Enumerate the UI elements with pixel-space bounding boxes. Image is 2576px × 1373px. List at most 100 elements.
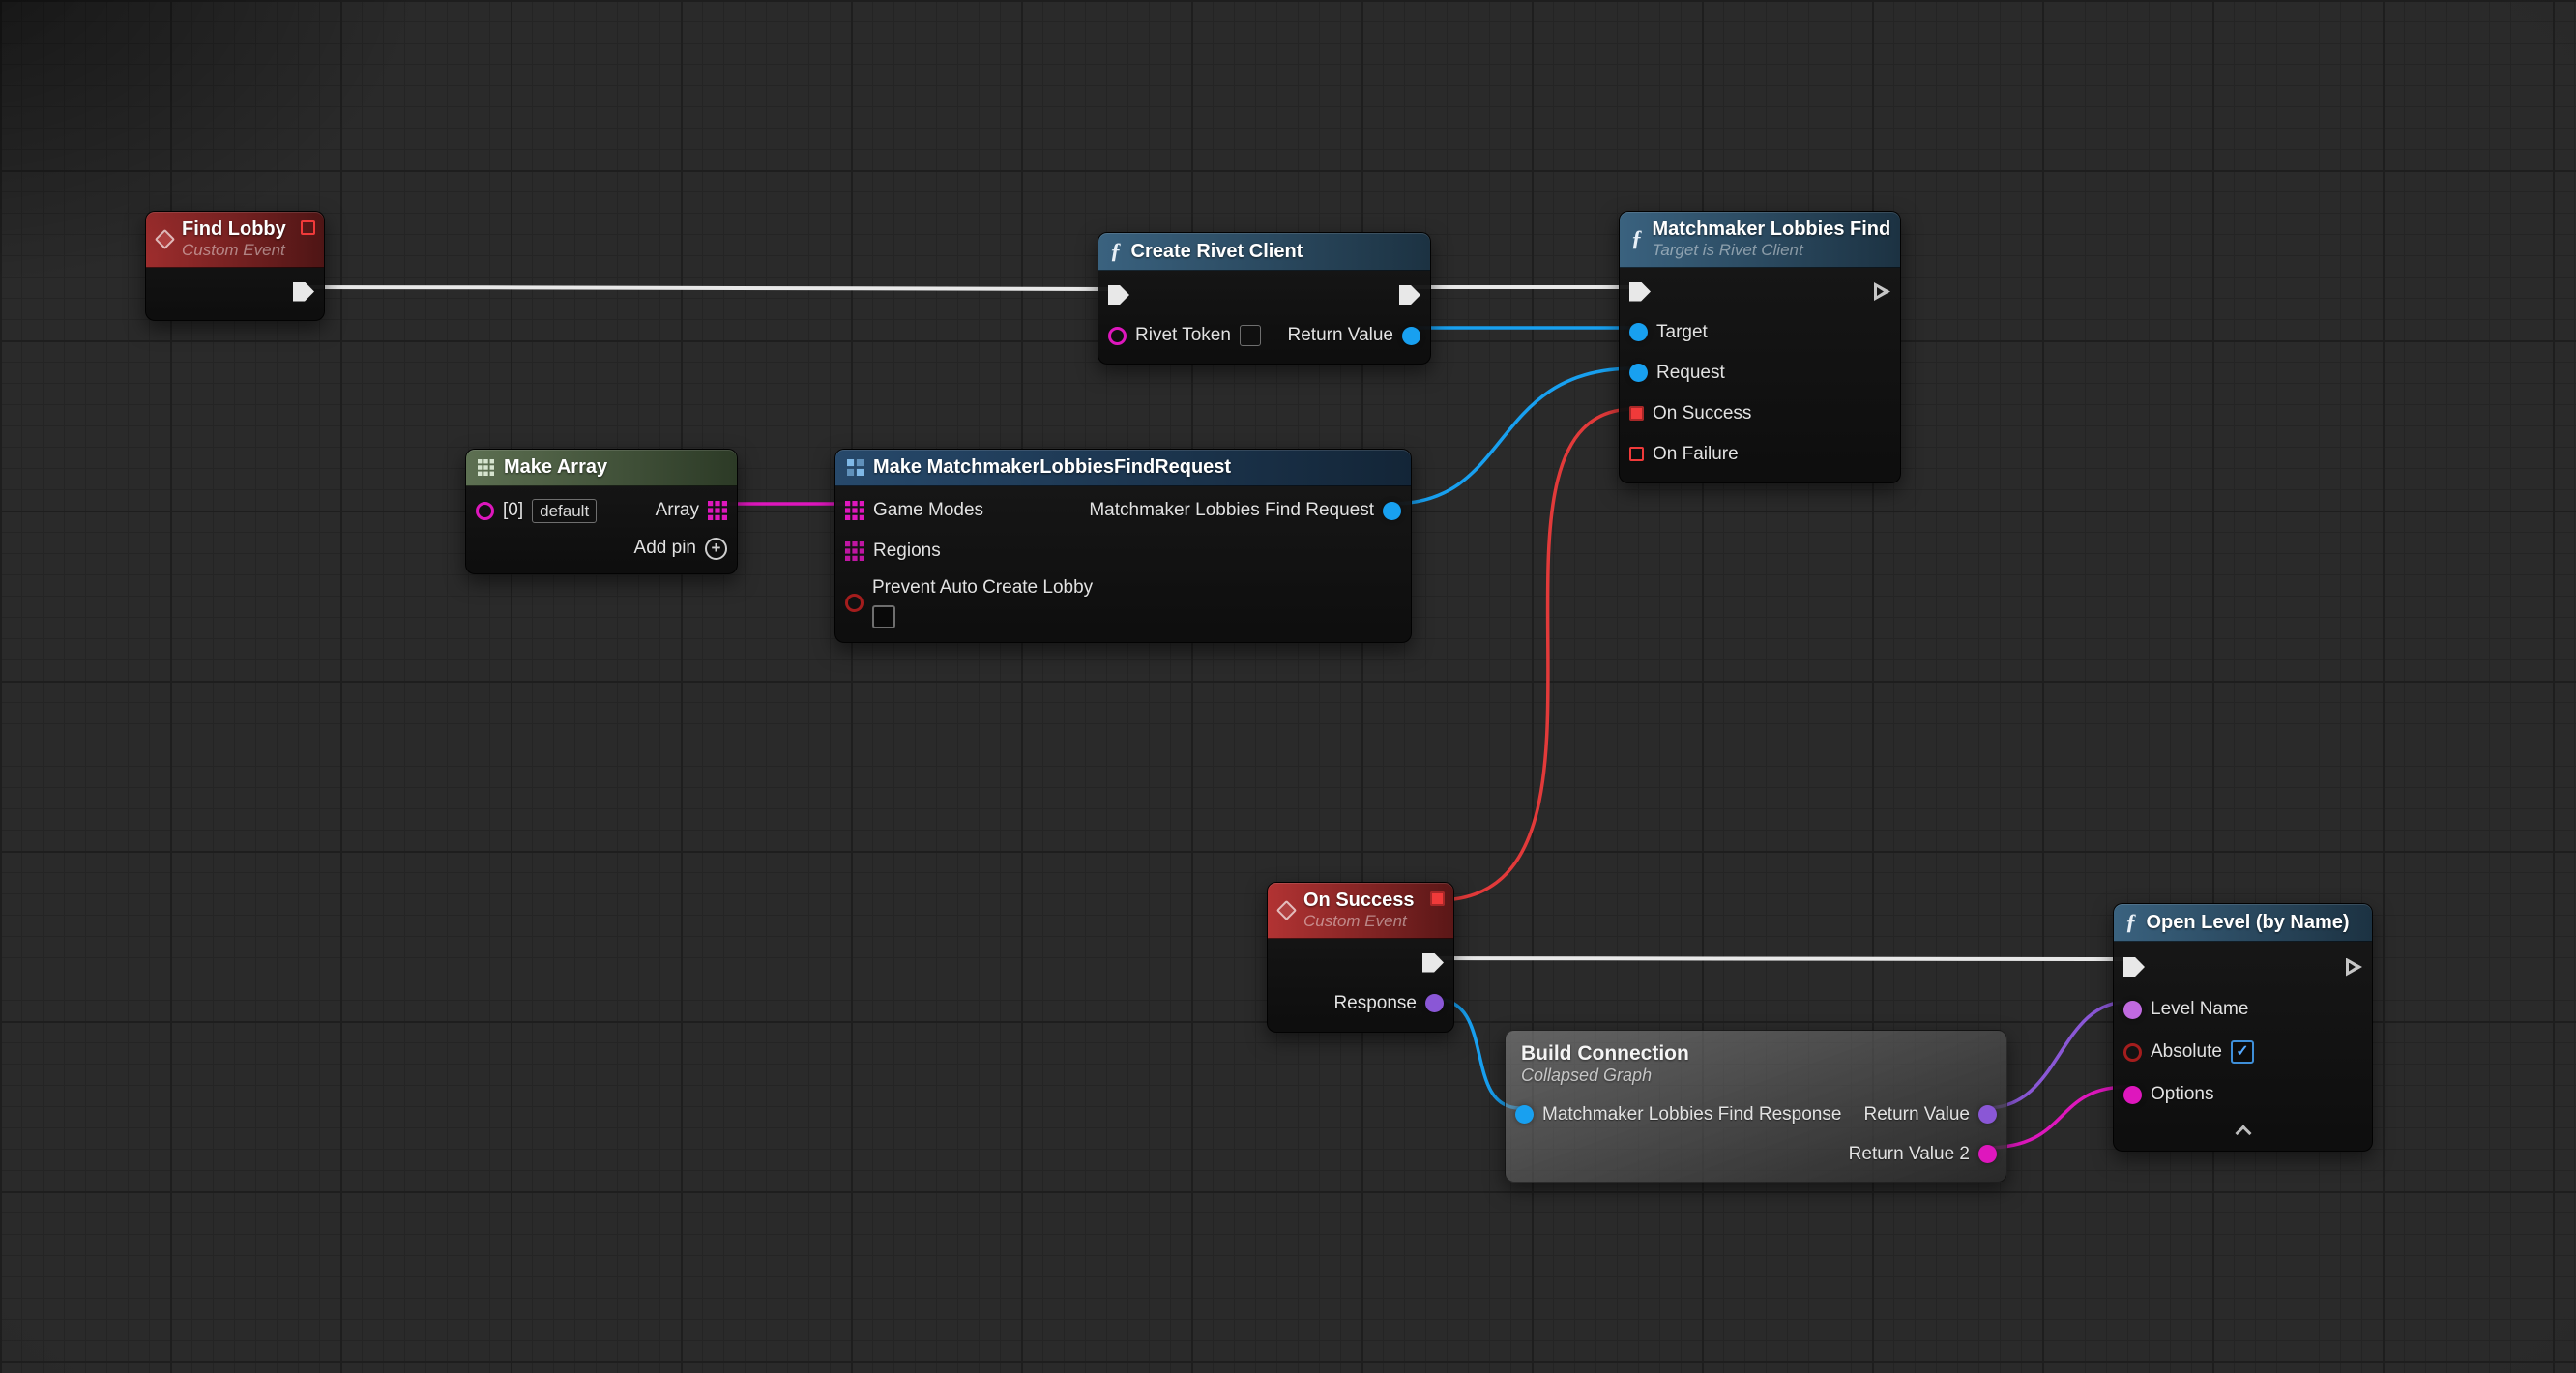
pin-label-options: Options xyxy=(2151,1084,2213,1105)
on-failure-pin[interactable] xyxy=(1629,447,1644,461)
pin-label-prevent: Prevent Auto Create Lobby xyxy=(872,577,1093,599)
pin-label-array: Array xyxy=(656,500,699,521)
node-header[interactable]: Open Level (by Name) xyxy=(2114,904,2372,942)
pin-label-output: Matchmaker Lobbies Find Request xyxy=(1089,500,1374,521)
delegate-out-pin[interactable] xyxy=(301,220,315,235)
collapse-pins-button[interactable] xyxy=(2114,1116,2372,1143)
response-pin[interactable] xyxy=(1425,994,1444,1012)
return-value-2-pin[interactable] xyxy=(1978,1145,1997,1163)
array-index-pin[interactable] xyxy=(476,502,494,520)
delegate-out-pin[interactable] xyxy=(2346,958,2362,977)
node-open-level-by-name[interactable]: Open Level (by Name) Level Name Absolute xyxy=(2113,903,2373,1152)
node-on-success-event[interactable]: On Success Custom Event Response xyxy=(1267,882,1454,1033)
wire-return-value-2-to-options[interactable] xyxy=(1986,1087,2128,1148)
prevent-auto-create-lobby-pin[interactable] xyxy=(845,594,864,612)
add-pin-button[interactable]: Add pin xyxy=(634,538,727,560)
rivet-token-input[interactable] xyxy=(1240,325,1261,346)
pin-label-response: Response xyxy=(1333,993,1417,1014)
node-title: Create Rivet Client xyxy=(1131,241,1303,263)
make-struct-icon xyxy=(847,459,864,476)
pin-label-index: [0] xyxy=(503,500,523,521)
wire-exec-find-lobby-to-create-rivet-client[interactable] xyxy=(307,287,1110,289)
node-header[interactable]: Find Lobby Custom Event xyxy=(146,212,324,268)
absolute-pin[interactable] xyxy=(2123,1043,2142,1062)
node-title: Make MatchmakerLobbiesFindRequest xyxy=(873,456,1231,479)
game-modes-pin[interactable] xyxy=(845,501,864,520)
function-icon xyxy=(2125,911,2137,934)
on-success-pin[interactable] xyxy=(1629,406,1644,421)
request-pin[interactable] xyxy=(1629,364,1648,382)
node-title: Build Connection xyxy=(1521,1042,1991,1066)
level-name-pin[interactable] xyxy=(2123,1001,2142,1019)
node-header[interactable]: Make MatchmakerLobbiesFindRequest xyxy=(835,450,1411,486)
node-title: Open Level (by Name) xyxy=(2147,912,2350,934)
node-subtitle: Custom Event xyxy=(182,241,286,260)
pin-label-on-failure: On Failure xyxy=(1653,444,1739,465)
return-value-pin[interactable] xyxy=(1402,327,1420,345)
node-make-array[interactable]: Make Array [0] default Array Add pin xyxy=(465,449,738,574)
node-header[interactable]: Build Connection Collapsed Graph xyxy=(1506,1031,2006,1091)
array-icon xyxy=(478,459,494,476)
chevron-up-icon xyxy=(2235,1124,2252,1136)
graph-canvas[interactable]: Find Lobby Custom Event Create Rivet Cli… xyxy=(0,0,2576,1373)
node-subtitle: Collapsed Graph xyxy=(1521,1066,1991,1086)
pin-label-request: Request xyxy=(1656,363,1725,384)
absolute-checkbox[interactable] xyxy=(2231,1040,2254,1064)
custom-event-icon xyxy=(155,229,175,249)
array-out-pin[interactable] xyxy=(708,501,727,520)
node-subtitle: Target is Rivet Client xyxy=(1653,241,1891,260)
function-icon xyxy=(1631,227,1643,250)
node-find-lobby[interactable]: Find Lobby Custom Event xyxy=(145,211,325,321)
exec-out-pin[interactable] xyxy=(293,282,314,302)
node-build-connection[interactable]: Build Connection Collapsed Graph Matchma… xyxy=(1505,1030,2007,1183)
node-subtitle: Custom Event xyxy=(1303,912,1415,931)
exec-in-pin[interactable] xyxy=(2123,957,2145,977)
pin-label-absolute: Absolute xyxy=(2151,1041,2222,1063)
request-out-pin[interactable] xyxy=(1383,502,1401,520)
wire-request-struct-to-request-pin[interactable] xyxy=(1392,368,1634,504)
add-pin-icon xyxy=(705,538,727,560)
array-index-input[interactable]: default xyxy=(532,499,597,523)
function-icon xyxy=(1110,240,1122,263)
return-value-pin[interactable] xyxy=(1978,1105,1997,1124)
pin-label-response-input: Matchmaker Lobbies Find Response xyxy=(1542,1104,1841,1125)
delegate-out-pin[interactable] xyxy=(1874,282,1890,301)
pin-label-rivet-token: Rivet Token xyxy=(1135,325,1231,346)
regions-pin[interactable] xyxy=(845,541,864,561)
exec-in-pin[interactable] xyxy=(1629,282,1651,302)
node-title: Find Lobby xyxy=(182,219,286,241)
pin-label-regions: Regions xyxy=(873,540,941,562)
delegate-out-pin[interactable] xyxy=(1430,891,1445,906)
pin-label-on-success: On Success xyxy=(1653,403,1751,424)
pin-label-level-name: Level Name xyxy=(2151,999,2248,1020)
node-header[interactable]: Make Array xyxy=(466,450,737,486)
exec-out-pin[interactable] xyxy=(1399,285,1420,305)
wire-return-value-to-level-name[interactable] xyxy=(1986,1002,2128,1108)
rivet-token-pin[interactable] xyxy=(1108,327,1127,345)
options-pin[interactable] xyxy=(2123,1086,2142,1104)
node-make-matchmaker-lobbies-find-request[interactable]: Make MatchmakerLobbiesFindRequest Game M… xyxy=(834,449,1412,643)
node-header[interactable]: Create Rivet Client xyxy=(1098,233,1430,271)
custom-event-icon xyxy=(1276,900,1297,920)
node-title: Matchmaker Lobbies Find xyxy=(1653,219,1891,241)
pin-label-return-value: Return Value xyxy=(1288,325,1394,346)
node-header[interactable]: On Success Custom Event xyxy=(1268,883,1453,939)
exec-in-pin[interactable] xyxy=(1108,285,1129,305)
node-title: Make Array xyxy=(504,456,607,479)
target-pin[interactable] xyxy=(1629,323,1648,341)
wire-on-success-delegate[interactable] xyxy=(1438,409,1634,900)
exec-out-pin[interactable] xyxy=(1422,953,1444,973)
add-pin-label: Add pin xyxy=(634,538,696,559)
pin-label-return-value: Return Value xyxy=(1864,1104,1971,1125)
prevent-auto-create-lobby-checkbox[interactable] xyxy=(872,605,895,628)
node-create-rivet-client[interactable]: Create Rivet Client Rivet Token Return V… xyxy=(1098,232,1431,365)
pin-label-target: Target xyxy=(1656,322,1708,343)
wire-exec-on-success-to-open-level[interactable] xyxy=(1435,958,2126,959)
node-header[interactable]: Matchmaker Lobbies Find Target is Rivet … xyxy=(1620,212,1900,268)
wire-layer xyxy=(0,0,2576,1373)
node-matchmaker-lobbies-find[interactable]: Matchmaker Lobbies Find Target is Rivet … xyxy=(1619,211,1901,483)
pin-label-game-modes: Game Modes xyxy=(873,500,983,521)
pin-label-return-value-2: Return Value 2 xyxy=(1849,1144,1970,1165)
node-title: On Success xyxy=(1303,890,1415,912)
matchmaker-lobbies-find-response-pin[interactable] xyxy=(1515,1105,1534,1124)
